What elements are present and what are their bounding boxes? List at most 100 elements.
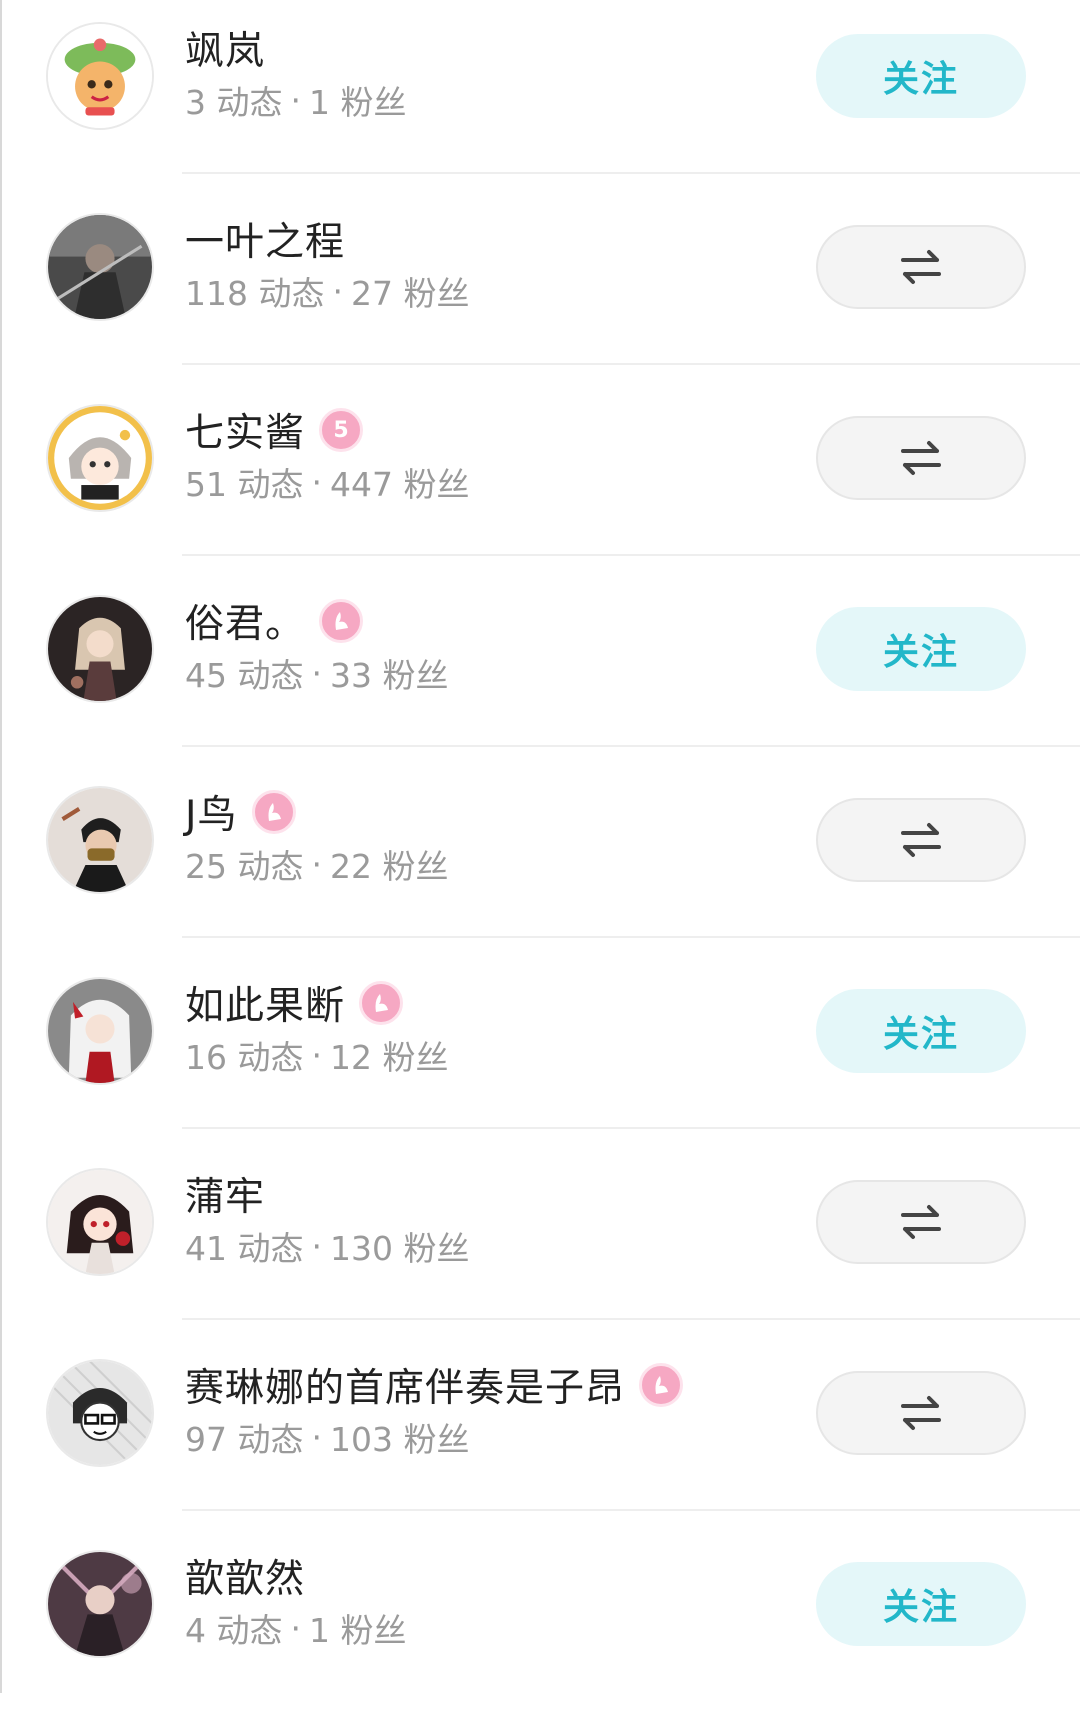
following-list: 飒岚 3 动态 · 1 粉丝 关注 一叶之程 118 动态 · 27 粉丝 七实… [0,0,1080,1693]
stats-separator: · [311,844,322,884]
follow-button[interactable]: 关注 [816,989,1026,1073]
stats-separator: · [290,1608,302,1648]
swap-arrows-icon [901,1205,941,1239]
user-stats: 97 动态 · 103 粉丝 [185,1415,470,1460]
fans-count: 1 粉丝 [309,1611,407,1650]
user-name-line: 俗君。 [185,593,364,649]
posts-count: 25 动态 [185,847,304,886]
user-stats: 4 动态 · 1 粉丝 [185,1606,407,1651]
mutual-follow-button[interactable] [816,225,1026,309]
list-item[interactable]: 如此果断 16 动态 · 12 粉丝 关注 [0,955,1080,1146]
user-stats: 118 动态 · 27 粉丝 [185,269,470,314]
stats-separator: · [311,1226,322,1266]
teemo-avatar-icon[interactable] [46,22,154,130]
fans-count: 12 粉丝 [329,1038,449,1077]
user-name-line: 如此果断 [185,975,404,1031]
user-name-line: 蒲牢 [185,1168,265,1220]
user-stats: 41 动态 · 130 粉丝 [185,1224,470,1269]
fans-count: 447 粉丝 [329,465,470,504]
masked-man-avatar-icon[interactable] [46,786,154,894]
user-name[interactable]: 如此果断 [185,975,345,1031]
user-stats: 25 动态 · 22 粉丝 [185,842,449,887]
posts-count: 16 动态 [185,1038,304,1077]
stats-separator: · [311,653,322,693]
posts-count: 97 动态 [185,1420,304,1459]
list-item[interactable]: 一叶之程 118 动态 · 27 粉丝 [0,191,1080,382]
list-item[interactable]: 赛琳娜的首席伴奏是子昂 97 动态 · 103 粉丝 [0,1337,1080,1528]
white-hair-girl-avatar-icon[interactable] [46,977,154,1085]
fans-count: 103 粉丝 [329,1420,470,1459]
swap-arrows-icon [901,441,941,475]
fans-count: 22 粉丝 [329,847,449,886]
user-stats: 51 动态 · 447 粉丝 [185,460,470,505]
list-item[interactable]: 歆歆然 4 动态 · 1 粉丝 关注 [0,1528,1080,1719]
user-name-line: 赛琳娜的首席伴奏是子昂 [185,1357,684,1413]
mutual-follow-button[interactable] [816,1371,1026,1455]
posts-count: 51 动态 [185,465,304,504]
list-item[interactable]: 七实酱 5 51 动态 · 447 粉丝 [0,382,1080,573]
anniversary-badge-icon [251,790,296,834]
user-name[interactable]: 一叶之程 [185,211,345,267]
follow-button[interactable]: 关注 [816,1562,1026,1646]
dark-character-avatar-icon[interactable] [46,213,154,321]
glasses-manga-avatar-icon[interactable] [46,1359,154,1467]
stats-separator: · [311,1417,322,1457]
dark-character-avatar-icon[interactable] [46,1550,154,1658]
fans-count: 1 粉丝 [309,83,407,122]
list-item[interactable]: 俗君。 45 动态 · 33 粉丝 关注 [0,573,1080,764]
posts-count: 118 动态 [185,274,325,313]
level-badge-icon: 5 [319,408,364,452]
posts-count: 41 动态 [185,1229,304,1268]
posts-count: 3 动态 [185,83,283,122]
fans-count: 27 粉丝 [350,274,470,313]
row-divider [182,745,1080,747]
mutual-follow-button[interactable] [816,798,1026,882]
anime-girl-avatar-icon[interactable] [46,1168,154,1276]
anime-girl-avatar-icon[interactable] [46,404,154,512]
follow-button[interactable]: 关注 [816,607,1026,691]
row-divider [182,936,1080,938]
user-stats: 3 动态 · 1 粉丝 [185,78,407,123]
fans-count: 130 粉丝 [329,1229,470,1268]
posts-count: 45 动态 [185,656,304,695]
anniversary-badge-icon [639,1363,684,1407]
row-divider [182,1509,1080,1511]
fans-count: 33 粉丝 [329,656,449,695]
mutual-follow-button[interactable] [816,416,1026,500]
user-name-line: 歆歆然 [185,1550,305,1602]
user-name-line: 七实酱 5 [185,402,364,458]
anime-girl-avatar-icon[interactable] [46,595,154,703]
user-name[interactable]: 蒲牢 [185,1166,265,1222]
stats-separator: · [290,80,302,120]
row-divider [182,554,1080,556]
stats-separator: · [332,271,343,311]
user-name-line: J鸟 [185,786,296,838]
follow-button[interactable]: 关注 [816,34,1026,118]
row-divider [182,172,1080,174]
user-name[interactable]: J鸟 [185,784,238,840]
stats-separator: · [311,1035,322,1075]
row-divider [182,1127,1080,1129]
posts-count: 4 动态 [185,1611,283,1650]
user-name-line: 飒岚 [185,22,265,74]
user-name[interactable]: 歆歆然 [185,1548,305,1604]
user-name[interactable]: 飒岚 [185,20,265,76]
user-name[interactable]: 七实酱 [185,402,305,458]
user-stats: 16 动态 · 12 粉丝 [185,1033,449,1078]
mutual-follow-button[interactable] [816,1180,1026,1264]
anniversary-badge-icon [319,599,364,643]
row-divider [182,1318,1080,1320]
stats-separator: · [311,462,322,502]
list-item[interactable]: J鸟 25 动态 · 22 粉丝 [0,764,1080,955]
user-name[interactable]: 赛琳娜的首席伴奏是子昂 [185,1357,625,1413]
user-name[interactable]: 俗君。 [185,593,305,649]
swap-arrows-icon [901,1396,941,1430]
user-stats: 45 动态 · 33 粉丝 [185,651,449,696]
row-divider [182,363,1080,365]
user-name-line: 一叶之程 [185,213,345,265]
anniversary-badge-icon [359,981,404,1025]
swap-arrows-icon [901,250,941,284]
list-item[interactable]: 蒲牢 41 动态 · 130 粉丝 [0,1146,1080,1337]
swap-arrows-icon [901,823,941,857]
list-item[interactable]: 飒岚 3 动态 · 1 粉丝 关注 [0,0,1080,191]
